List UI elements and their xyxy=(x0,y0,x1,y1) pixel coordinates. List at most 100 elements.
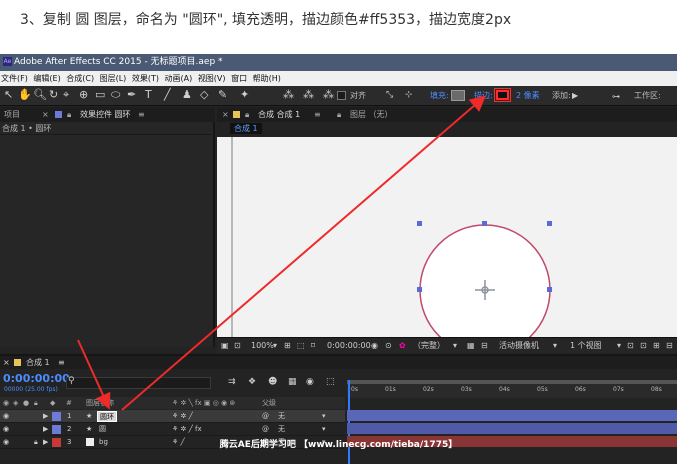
layer-label-color[interactable] xyxy=(52,425,61,434)
brush-tool-icon[interactable]: ╱ xyxy=(164,88,171,102)
fast-preview-icon[interactable]: ⊟ xyxy=(481,338,488,353)
rotate-tool-icon[interactable]: ↻ xyxy=(49,88,58,102)
layer-switches-icons[interactable]: ⚘ ✲ ╱ xyxy=(172,410,193,423)
hand-tool-icon[interactable]: ✋ xyxy=(18,88,32,102)
layer-track-bar[interactable] xyxy=(347,423,677,434)
menu-composition[interactable]: 合成(C) xyxy=(66,74,94,83)
stroke-label[interactable]: 描边: xyxy=(474,89,493,103)
eraser-tool-icon[interactable]: ◇ xyxy=(200,88,208,102)
parent-pick-whip-icon[interactable]: @ xyxy=(262,423,269,436)
motion-blur-icon[interactable]: ◉ xyxy=(306,377,314,387)
toggle-pixel-icon[interactable]: ⊡ xyxy=(627,338,634,353)
chevron-down-icon[interactable]: ▾ xyxy=(617,338,621,353)
show-snapshot-icon[interactable]: ⊙ xyxy=(385,338,392,353)
stroke-color-swatch[interactable] xyxy=(496,90,509,100)
layer-name[interactable]: 圆环 xyxy=(97,411,117,422)
vr-icon[interactable]: ⊶ xyxy=(612,90,620,104)
camera-tool-icon[interactable]: ⌖ xyxy=(63,88,69,102)
panel-menu-icon[interactable]: ≡ xyxy=(314,107,321,122)
transparency-grid-icon[interactable]: ▦ xyxy=(467,338,475,353)
stroke-width-value[interactable]: 2 像素 xyxy=(516,89,540,103)
parent-dropdown[interactable]: 无 xyxy=(278,423,285,436)
roto-brush-tool-icon[interactable]: ✎ xyxy=(218,88,227,102)
flowchart-icon[interactable]: ⊞ xyxy=(653,338,660,353)
menu-view[interactable]: 视图(V) xyxy=(198,74,226,83)
add-label[interactable]: 添加: xyxy=(552,89,571,103)
snapping-checkbox[interactable] xyxy=(337,91,346,100)
layer-label-color[interactable] xyxy=(52,412,61,421)
parent-dropdown[interactable]: 无 xyxy=(278,410,285,423)
current-time-display[interactable]: 0:00:00:00 xyxy=(3,372,70,385)
layer-name[interactable]: 圆 xyxy=(99,423,106,436)
selection-tool-icon[interactable]: ↖ xyxy=(4,88,13,102)
ellipse-tool-icon[interactable]: ⬭ xyxy=(111,88,120,102)
zoom-dropdown[interactable]: 100% xyxy=(251,338,274,353)
chevron-down-icon[interactable]: ▾ xyxy=(273,338,277,353)
region-of-interest-icon[interactable]: ⬚ xyxy=(297,338,305,353)
chevron-down-icon[interactable]: ▾ xyxy=(322,410,326,423)
comp-navigator-tab[interactable]: 合成 1 xyxy=(230,123,262,134)
expand-arrow-icon[interactable]: ▶ xyxy=(43,423,48,436)
clone-stamp-tool-icon[interactable]: ♟ xyxy=(182,88,192,102)
layer-track-bar[interactable] xyxy=(347,410,677,421)
timeline-toggle-icon[interactable]: ⊟ xyxy=(666,338,673,353)
panel-menu-icon[interactable]: ≡ xyxy=(138,107,145,122)
viewer-timecode[interactable]: 0:00:00:00 xyxy=(327,338,371,353)
frame-blending-icon[interactable]: ▦ xyxy=(288,377,297,387)
always-preview-icon[interactable]: ▣ xyxy=(221,338,229,353)
pen-tool-icon[interactable]: ✒ xyxy=(127,88,136,102)
snap-expand-icon[interactable]: ⤡ xyxy=(386,88,393,102)
menu-edit[interactable]: 编辑(E) xyxy=(33,74,60,83)
rectangle-tool-icon[interactable]: ▭ xyxy=(95,88,105,102)
menu-layer[interactable]: 图层(L) xyxy=(100,74,127,83)
tab-project[interactable]: 项目 xyxy=(4,107,20,122)
expand-arrow-icon[interactable]: ▶ xyxy=(43,410,48,423)
add-menu-icon[interactable]: ▶ xyxy=(572,89,578,103)
tab-composition[interactable]: 合成 合成 1 xyxy=(258,107,300,122)
time-ruler[interactable]: 0s 01s 02s 03s 04s 05s 06s 07s 08s xyxy=(347,380,677,398)
tab-effect-controls[interactable]: 效果控件 圆环 xyxy=(80,107,131,122)
chevron-down-icon[interactable]: ▾ xyxy=(553,338,557,353)
tab-layer[interactable]: 图层 （无） xyxy=(350,107,393,122)
draft-3d-icon[interactable]: ❖ xyxy=(248,377,256,387)
comp-mini-flowchart-icon[interactable]: ⇉ xyxy=(228,377,236,387)
tab-timeline-comp[interactable]: 合成 1 xyxy=(26,356,50,369)
grid-icon[interactable]: ⊞ xyxy=(284,338,291,353)
views-dropdown[interactable]: 1 个视图 xyxy=(570,338,602,353)
chevron-down-icon[interactable]: ▾ xyxy=(322,423,326,436)
fill-label[interactable]: 填充: xyxy=(430,89,449,103)
fill-color-swatch[interactable] xyxy=(451,90,465,101)
lock-icon[interactable]: 🔒︎ xyxy=(67,107,71,122)
menu-animation[interactable]: 动画(A) xyxy=(165,74,193,83)
close-icon[interactable]: × xyxy=(222,107,229,122)
close-icon[interactable]: × xyxy=(3,356,10,369)
menu-effect[interactable]: 效果(T) xyxy=(132,74,159,83)
graph-editor-icon[interactable]: ⬚ xyxy=(326,377,335,387)
menu-help[interactable]: 帮助(H) xyxy=(253,74,281,83)
menu-file[interactable]: 文件(F) xyxy=(1,74,28,83)
camera-dropdown[interactable]: 活动摄像机 xyxy=(499,338,539,353)
parent-pick-whip-icon[interactable]: @ xyxy=(262,410,269,423)
pan-behind-tool-icon[interactable]: ⊕ xyxy=(79,88,88,102)
lock-icon[interactable]: 🔒︎ xyxy=(337,107,341,122)
layer-search-input[interactable] xyxy=(66,377,211,389)
color-channel-icon[interactable]: ✿ xyxy=(399,338,406,353)
layer-row[interactable]: ◉ ▶ 2 ★ 圆 ⚘ ✲ ╱ fx @ 无 ▾ xyxy=(0,423,345,436)
mask-visibility-icon[interactable]: ⊡ xyxy=(234,338,241,353)
zoom-tool-icon[interactable]: 🔍︎ xyxy=(33,88,47,102)
chevron-down-icon[interactable]: ▾ xyxy=(453,338,457,353)
eye-icon[interactable]: ◉ xyxy=(3,410,9,423)
puppet-pin-tool-icon[interactable]: ✦ xyxy=(240,88,249,102)
close-icon[interactable]: × xyxy=(42,107,49,122)
reset-exposure-icon[interactable]: ⊡ xyxy=(640,338,647,353)
eye-icon[interactable]: ◉ xyxy=(3,423,9,436)
snapshot-icon[interactable]: ◉ xyxy=(371,338,378,353)
composition-viewer[interactable] xyxy=(217,137,677,337)
panel-menu-icon[interactable]: ≡ xyxy=(58,356,65,369)
layer-switches-icons[interactable]: ⚘ ✲ ╱ fx xyxy=(172,423,202,436)
layer-row[interactable]: ◉ ▶ 1 ★ 圆环 ⚘ ✲ ╱ @ 无 ▾ xyxy=(0,410,345,423)
menu-window[interactable]: 窗口 xyxy=(231,74,247,83)
camera-icon[interactable]: ⌑ xyxy=(311,338,315,353)
type-tool-icon[interactable]: T xyxy=(145,88,152,102)
snap-target-icon[interactable]: ⊹ xyxy=(405,88,413,102)
